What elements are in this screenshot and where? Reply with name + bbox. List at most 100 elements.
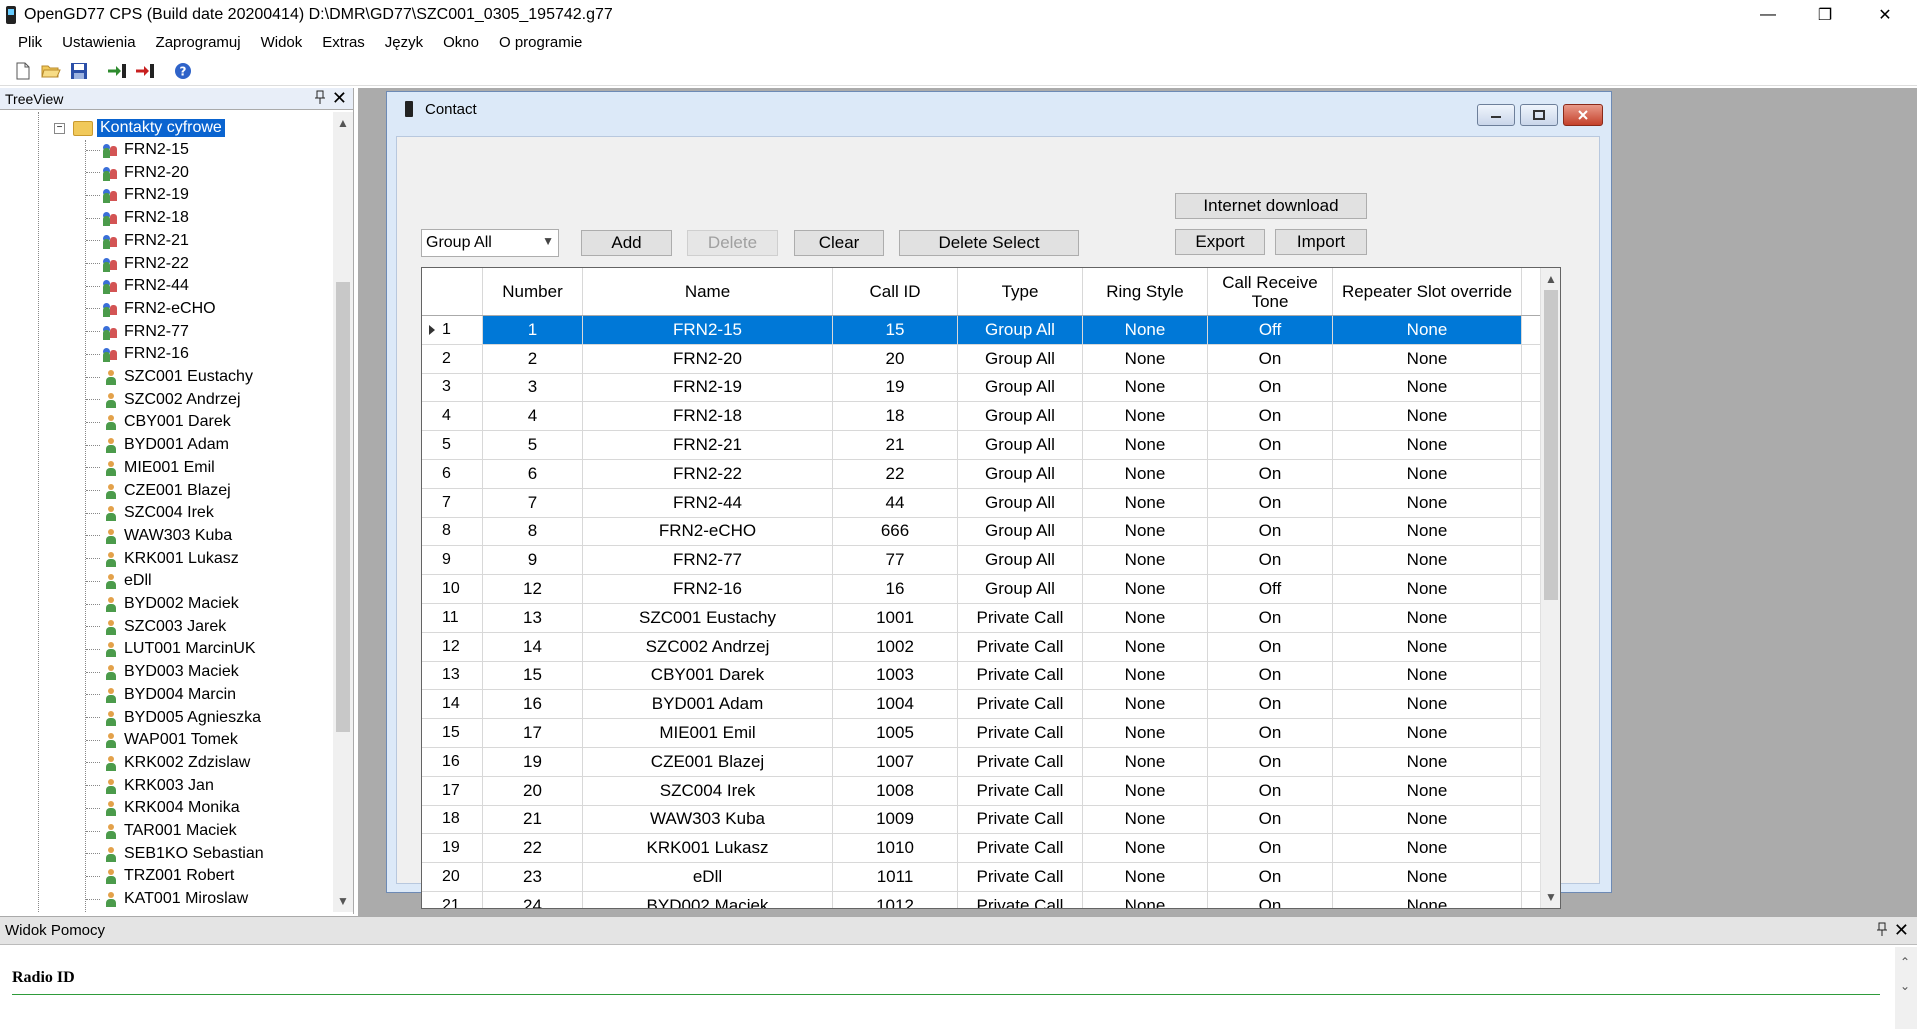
cell-type[interactable]: Group All bbox=[958, 575, 1083, 603]
cell-call-receive-tone[interactable]: On bbox=[1208, 402, 1333, 431]
cell-repeater-slot[interactable]: None bbox=[1333, 373, 1522, 402]
cell-name[interactable]: FRN2-eCHO bbox=[583, 517, 833, 546]
tree-item[interactable]: FRN2-eCHO bbox=[86, 298, 216, 320]
cell-ring-style[interactable]: None bbox=[1083, 747, 1208, 776]
cell-repeater-slot[interactable]: None bbox=[1333, 747, 1522, 776]
cell-call-id[interactable]: 1004 bbox=[833, 690, 958, 719]
menu-extras[interactable]: Extras bbox=[312, 29, 375, 56]
row-header[interactable]: 5 bbox=[422, 431, 483, 459]
tree-item[interactable]: FRN2-18 bbox=[86, 207, 189, 229]
cell-repeater-slot[interactable]: None bbox=[1333, 316, 1522, 344]
row-header[interactable]: 16 bbox=[422, 747, 483, 776]
cell-number[interactable]: 20 bbox=[483, 776, 583, 805]
cell-call-id[interactable]: 22 bbox=[833, 459, 958, 488]
help-pin-icon[interactable] bbox=[1877, 922, 1887, 939]
cell-number[interactable]: 17 bbox=[483, 719, 583, 747]
cell-call-id[interactable]: 1001 bbox=[833, 603, 958, 632]
row-header[interactable]: 18 bbox=[422, 805, 483, 834]
close-button[interactable]: ✕ bbox=[1862, 0, 1908, 29]
cell-type[interactable]: Group All bbox=[958, 316, 1083, 344]
cell-number[interactable]: 15 bbox=[483, 661, 583, 690]
cell-name[interactable]: FRN2-44 bbox=[583, 488, 833, 517]
cell-call-receive-tone[interactable]: On bbox=[1208, 719, 1333, 747]
tree-item[interactable]: LUT001 MarcinUK bbox=[86, 638, 256, 660]
row-header[interactable]: 15 bbox=[422, 719, 483, 747]
cell-call-id[interactable]: 1010 bbox=[833, 834, 958, 863]
menu-o-programie[interactable]: O programie bbox=[489, 29, 592, 56]
tree-item[interactable]: FRN2-16 bbox=[86, 343, 189, 365]
cell-name[interactable]: BYD002 Maciek bbox=[583, 891, 833, 908]
column-header-number[interactable]: Number bbox=[483, 268, 583, 315]
cell-number[interactable]: 12 bbox=[483, 575, 583, 603]
cell-type[interactable]: Private Call bbox=[958, 603, 1083, 632]
cell-repeater-slot[interactable]: None bbox=[1333, 546, 1522, 575]
treeview-close-button[interactable]: ✕ bbox=[332, 88, 347, 109]
cell-call-receive-tone[interactable]: On bbox=[1208, 805, 1333, 834]
tree-item[interactable]: FRN2-21 bbox=[86, 230, 189, 252]
cell-type[interactable]: Private Call bbox=[958, 747, 1083, 776]
cell-repeater-slot[interactable]: None bbox=[1333, 431, 1522, 459]
tree-item[interactable]: CBY001 Darek bbox=[86, 411, 231, 433]
cell-call-id[interactable]: 1007 bbox=[833, 747, 958, 776]
cell-ring-style[interactable]: None bbox=[1083, 661, 1208, 690]
table-row[interactable]: 9 9 FRN2-77 77 Group All None On None bbox=[422, 546, 1542, 576]
cell-repeater-slot[interactable]: None bbox=[1333, 632, 1522, 661]
cell-name[interactable]: FRN2-22 bbox=[583, 459, 833, 488]
pin-icon[interactable] bbox=[315, 90, 325, 107]
table-row[interactable]: 13 15 CBY001 Darek 1003 Private Call None On No… bbox=[422, 661, 1542, 691]
treeview-scrollbar[interactable]: ▲ ▼ bbox=[333, 112, 353, 912]
tree-item[interactable]: KAT002 Darko bbox=[86, 911, 228, 912]
cell-call-receive-tone[interactable]: On bbox=[1208, 834, 1333, 863]
cell-name[interactable]: MIE001 Emil bbox=[583, 719, 833, 747]
cell-name[interactable]: WAW303 Kuba bbox=[583, 805, 833, 834]
tree-item[interactable]: BYD002 Maciek bbox=[86, 593, 239, 615]
table-row[interactable]: 14 16 BYD001 Adam 1004 Private Call None On Non… bbox=[422, 690, 1542, 720]
tree-item[interactable]: MIE001 Emil bbox=[86, 457, 215, 479]
add-button[interactable]: Add bbox=[581, 230, 672, 256]
column-header-type[interactable]: Type bbox=[958, 268, 1083, 315]
cell-call-receive-tone[interactable]: On bbox=[1208, 546, 1333, 575]
save-icon[interactable] bbox=[68, 60, 90, 82]
row-header[interactable]: 4 bbox=[422, 402, 483, 431]
cell-call-receive-tone[interactable]: Off bbox=[1208, 316, 1333, 344]
tree-item[interactable]: FRN2-44 bbox=[86, 275, 189, 297]
row-header[interactable]: 21 bbox=[422, 891, 483, 908]
collapse-icon[interactable]: − bbox=[54, 122, 65, 134]
table-row[interactable]: 21 24 BYD002 Maciek 1012 Private Call None On N… bbox=[422, 891, 1542, 908]
grid-scroll-down-icon[interactable]: ▼ bbox=[1541, 888, 1560, 906]
grid-scrollbar[interactable]: ▲ ▼ bbox=[1540, 268, 1560, 908]
help-scroll-up-icon[interactable]: ⌃ bbox=[1895, 953, 1915, 971]
cell-repeater-slot[interactable]: None bbox=[1333, 863, 1522, 891]
cell-ring-style[interactable]: None bbox=[1083, 344, 1208, 373]
cell-call-receive-tone[interactable]: On bbox=[1208, 459, 1333, 488]
table-row[interactable]: 5 5 FRN2-21 21 Group All None On None bbox=[422, 431, 1542, 460]
cell-name[interactable]: FRN2-16 bbox=[583, 575, 833, 603]
internet-download-button[interactable]: Internet download bbox=[1175, 193, 1367, 219]
cell-ring-style[interactable]: None bbox=[1083, 805, 1208, 834]
cell-type[interactable]: Private Call bbox=[958, 805, 1083, 834]
tree-item[interactable]: BYD001 Adam bbox=[86, 434, 229, 456]
cell-repeater-slot[interactable]: None bbox=[1333, 517, 1522, 546]
cell-repeater-slot[interactable]: None bbox=[1333, 344, 1522, 373]
cell-name[interactable]: FRN2-19 bbox=[583, 373, 833, 402]
cell-name[interactable]: FRN2-20 bbox=[583, 344, 833, 373]
row-header[interactable]: 19 bbox=[422, 834, 483, 863]
tree-item[interactable]: TRZ001 Robert bbox=[86, 865, 234, 887]
cell-type[interactable]: Private Call bbox=[958, 719, 1083, 747]
cell-type[interactable]: Group All bbox=[958, 488, 1083, 517]
cell-repeater-slot[interactable]: None bbox=[1333, 690, 1522, 719]
cell-call-receive-tone[interactable]: On bbox=[1208, 863, 1333, 891]
cell-number[interactable]: 24 bbox=[483, 891, 583, 908]
cell-name[interactable]: FRN2-77 bbox=[583, 546, 833, 575]
write-radio-icon[interactable] bbox=[134, 60, 156, 82]
cell-number[interactable]: 21 bbox=[483, 805, 583, 834]
table-row[interactable]: 6 6 FRN2-22 22 Group All None On None bbox=[422, 459, 1542, 489]
row-header[interactable]: 12 bbox=[422, 632, 483, 661]
cell-ring-style[interactable]: None bbox=[1083, 517, 1208, 546]
column-header-call-id[interactable]: Call ID bbox=[833, 268, 958, 315]
row-header[interactable]: 8 bbox=[422, 517, 483, 546]
cell-call-id[interactable]: 19 bbox=[833, 373, 958, 402]
column-header-repeater-slot[interactable]: Repeater Slot override bbox=[1333, 268, 1522, 315]
cell-number[interactable]: 5 bbox=[483, 431, 583, 459]
cell-number[interactable]: 2 bbox=[483, 344, 583, 373]
